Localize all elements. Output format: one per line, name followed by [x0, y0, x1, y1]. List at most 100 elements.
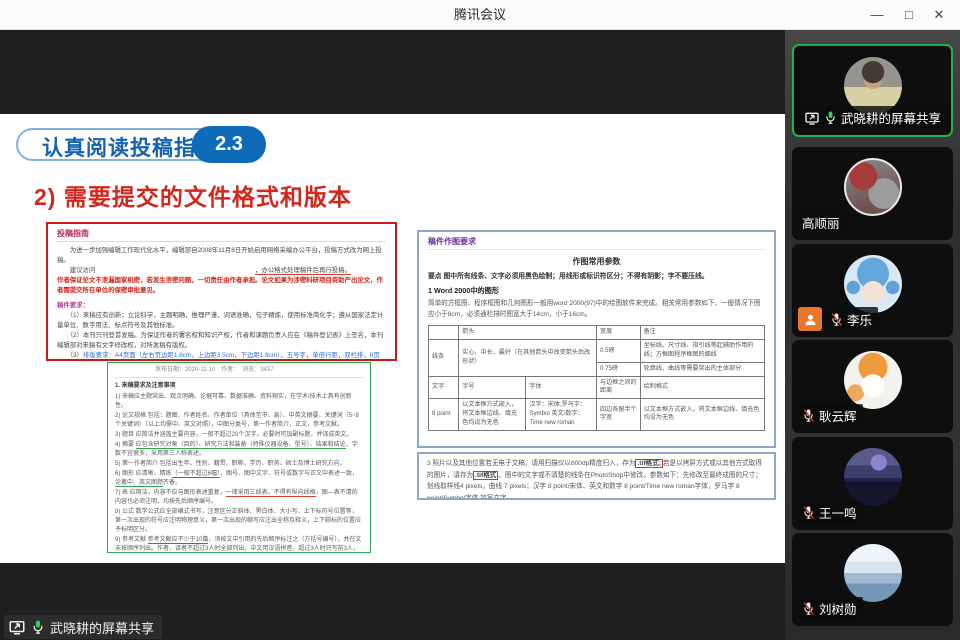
manuscript-notes-panel: 发布日期：2020-11-10 作者： 浏览：3437 1. 来稿要求及注意事项… — [107, 362, 371, 553]
photo-format-note-panel: 3 照片以及其他位置若无电子文稿，请用扫描仪以600dp精度扫入，存为.tif格… — [417, 452, 776, 500]
guide-line: 建议访问 ，办公格式处理稿件后再行投稿。 — [57, 266, 386, 276]
participant-tile-lile[interactable]: 李乐 — [792, 244, 953, 337]
participant-tile-wuxiaogeng[interactable]: 武晓耕的屏幕共享 — [792, 44, 953, 137]
participant-name: 刘树勋 — [819, 599, 857, 618]
col-header: 宽度 — [597, 326, 641, 340]
participant-sidebar: 武晓耕的屏幕共享 高顺丽 李乐 — [785, 30, 960, 640]
note-item: 6) 图形 应清晰、精练（一般不超过6幅），图号、图中文字、符号或数字与正文中表… — [115, 470, 363, 488]
mic-on-icon — [824, 110, 837, 125]
table-row: 箭头 宽度 备注 — [429, 326, 765, 340]
table-cell: 汉字：宋体;罗马字：Symbol 英文/数字：Time new roman — [526, 399, 597, 430]
close-button[interactable]: ✕ — [924, 0, 954, 30]
window-title: 腾讯会议 — [0, 0, 960, 30]
minimize-button[interactable]: — — [862, 0, 892, 30]
note-item: 1) 来稿应主题突出、观点明确、论据可靠、数据准确、资料翔实，在学术/技术上具有… — [115, 393, 363, 411]
table-cell: 8 point — [429, 399, 459, 430]
figure-requirements-panel: 稿件作图要求 作图常用参数 要点 图中所有线条、文字必须用黑色绘制；用线形或标识… — [417, 230, 776, 448]
titlebar: 腾讯会议 — □ ✕ — [0, 0, 960, 30]
screen-share-icon — [8, 618, 26, 636]
publish-meta: 发布日期：2020-11-10 作者： 浏览：3437 — [115, 365, 363, 378]
avatar — [844, 544, 902, 602]
note-item: 3) 题目 应简洁并涵盖主要内容，一般不超过20个汉字，必要时可加副标题，并译成… — [115, 431, 363, 440]
avatar — [844, 448, 902, 506]
sharing-banner: 武晓耕的屏幕共享 — [4, 615, 162, 639]
participant-name: 李乐 — [847, 310, 872, 329]
participant-tile-gaoshunli[interactable]: 高顺丽 — [792, 147, 953, 240]
table-cell: 轮廓线、曲线等需要突出的主体部分 — [640, 362, 764, 376]
table-cell: 文字 — [429, 376, 459, 399]
submission-guide-panel: 投稿指南 为进一步加强编辑工作现代化水平，编辑部自2008年11月8日开始启用网… — [46, 222, 397, 361]
table-cell: 线条 — [429, 340, 459, 376]
note-item: 9) 参考文献 参考文献应不少于10篇，须按文中引用的先后顺序标注之（方括号编号… — [115, 536, 363, 553]
meeting-window: 腾讯会议 — □ ✕ 认真阅读投稿指南 2.3 2) 需要提交的文件格式和版本 … — [0, 0, 960, 640]
maximize-icon: □ — [905, 7, 913, 22]
section-heading: 2) 需要提交的文件格式和版本 — [34, 178, 352, 212]
word2000-section-title: 1 Word 2000中的图形 — [428, 286, 765, 296]
version-badge: 2.3 — [192, 126, 266, 163]
note-item: 8) 公式 数学公式应全部横式书写，注意区分正斜体、黑白体、大小写、上下标符号位… — [115, 508, 363, 535]
screen-share-icon — [804, 110, 820, 126]
note-item: 4) 摘要 应包含研究对象（目的）、研究方法和装备（特殊仪器设备、型号）、结果和… — [115, 441, 363, 459]
participant-label: 武晓耕的屏幕共享 — [800, 106, 947, 129]
participant-name: 高顺丽 — [802, 213, 840, 232]
table-cell: 绘制格式 — [640, 376, 764, 399]
maximize-button[interactable]: □ — [894, 0, 924, 30]
participant-name: 武晓耕的屏幕共享 — [841, 108, 941, 127]
participant-tile-liushuxun[interactable]: 刘树勋 — [792, 533, 953, 626]
figure-params-title: 作图常用参数 — [428, 256, 765, 267]
participant-label: 王一鸣 — [798, 501, 863, 524]
participant-label: 刘树勋 — [798, 597, 863, 620]
table-cell: 0.75磅 — [597, 362, 641, 376]
table-cell: 以文本框方式嵌入，将文本框边线、填充色均设为无色 — [459, 399, 526, 430]
mic-muted-icon — [802, 601, 815, 616]
table-cell: 四边各留半个字宽 — [597, 399, 641, 430]
screen-share-view: 认真阅读投稿指南 2.3 2) 需要提交的文件格式和版本 投稿指南 为进一步加强… — [0, 30, 785, 640]
notes-title: 1. 来稿要求及注意事项 — [115, 382, 363, 391]
requirements-title: 稿件要求： — [57, 301, 386, 311]
table-cell: 实心、中长、最好（在其他箭头中改变箭头后改形状） — [459, 340, 597, 376]
participant-name: 王一鸣 — [819, 503, 857, 522]
word2000-paragraph: 简单的方框图、程序框图和几何图形一般用word 2000(97)中的绘图软件来完… — [428, 299, 765, 320]
guide-line: （2）本刊只刊登首发稿。为保证作者的署名权和知识产权，作者和课题负责人应在《稿件… — [57, 331, 386, 351]
table-row: 8 point 以文本框方式嵌入，将文本框边线、填充色均设为无色 汉字：宋体;罗… — [429, 399, 765, 430]
minimize-icon: — — [871, 7, 884, 22]
col-header: 箭头 — [459, 326, 597, 340]
host-badge — [798, 307, 822, 331]
table-row: 文字 字号 字体 与边框之间的距离 绘制格式 — [429, 376, 765, 399]
participant-label: 耿云辉 — [798, 404, 863, 427]
participant-tile-wangyiming[interactable]: 王一鸣 — [792, 437, 953, 530]
note-item: 2) 论文规格 包括：题图、作者姓名、作者单位（具体至市、县）、中英文摘要、关键… — [115, 412, 363, 430]
table-cell: 0.5磅 — [597, 340, 641, 363]
topic-pill: 认真阅读投稿指南 2.3 — [16, 126, 266, 164]
guide-line: 为进一步加强编辑工作现代化水平，编辑部自2008年11月8日开始启用网络采编办公… — [57, 246, 386, 266]
table-cell: 字体 — [526, 376, 597, 399]
participant-label: 高顺丽 — [798, 211, 846, 234]
table-row: 线条 实心、中长、最好（在其他箭头中改变箭头后改形状） 0.5磅 坐标线、尺寸线… — [429, 340, 765, 363]
mic-on-icon — [31, 619, 45, 635]
col-header: 备注 — [640, 326, 764, 340]
note-item: 7) 表 应简洁，内容不应与图形表述重复，一律采用三线表，不得有纵向线格，图—表… — [115, 489, 363, 507]
avatar — [844, 351, 902, 409]
figure-keypoints: 要点 图中所有线条、文字必须用黑色绘制；用线形或标识符区分；不得有阴影；字不要压… — [428, 272, 765, 282]
table-cell: 坐标线、尺寸线、指引线等起辅助作用的线；方框图程序框图的细线 — [640, 340, 764, 363]
participant-label: 李乐 — [798, 307, 878, 331]
participant-name: 耿云辉 — [819, 406, 857, 425]
confidentiality-warning: 作者保证论文不泄漏国家机密，若发生泄密问题，一切责任由作者承担。论文如果为涉密科… — [57, 276, 386, 296]
avatar — [844, 158, 902, 216]
figure-requirements-header: 稿件作图要求 — [428, 236, 765, 250]
table-cell: 以文本框方式嵌入，将文本框边线、填充色均设为无色 — [640, 399, 764, 430]
table-cell: 与边框之间的距离 — [597, 376, 641, 399]
mic-muted-icon — [830, 312, 843, 327]
close-icon: ✕ — [934, 7, 945, 22]
participant-tile-gengyunhui[interactable]: 耿云辉 — [792, 340, 953, 433]
guide-line: （1）来稿应有创新；立论科学，主题明确，推理严谨，词语准确，句子精炼，使用标准简… — [57, 311, 386, 331]
mic-muted-icon — [802, 408, 815, 423]
table-cell: 字号 — [459, 376, 526, 399]
format-requirement-line: （3）排版要求：A4页面（左右页边距1.8cm，上边距3.5cm，下边距1.8c… — [57, 351, 386, 361]
presentation-slide: 认真阅读投稿指南 2.3 2) 需要提交的文件格式和版本 投稿指南 为进一步加强… — [0, 114, 785, 563]
note-item: 5) 第一作者简介 包括出生年、性别、籍贯、职称、学历、职务、硕士及博士研究方向… — [115, 460, 363, 469]
submission-guide-header: 投稿指南 — [57, 228, 386, 242]
avatar — [844, 255, 902, 313]
mic-muted-icon — [802, 505, 815, 520]
figure-params-table: 箭头 宽度 备注 线条 实心、中长、最好（在其他箭头中改变箭头后改形状） 0.5… — [428, 325, 765, 430]
